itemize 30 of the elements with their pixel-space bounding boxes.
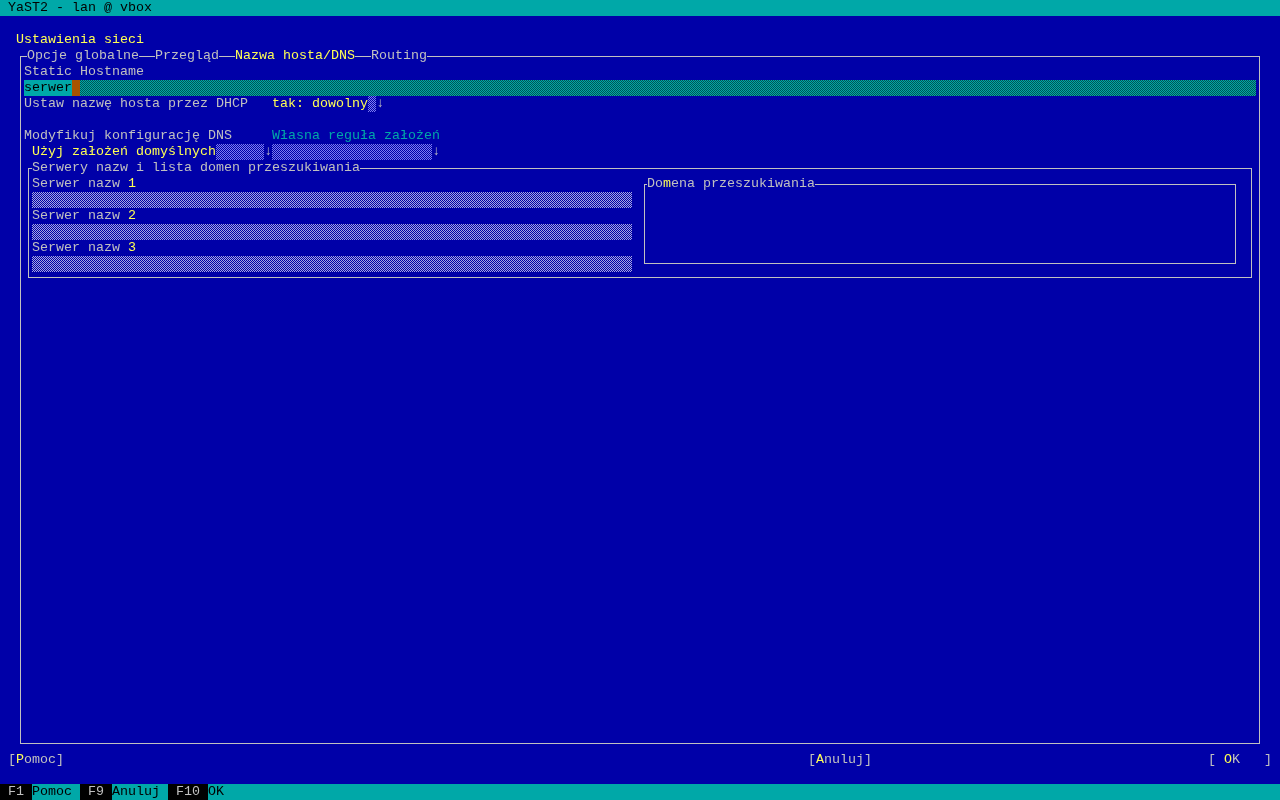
tab[interactable]: Opcje globalne <box>27 48 139 64</box>
field-label: Serwer nazw 2 <box>32 208 136 224</box>
dialog-button[interactable]: [Anuluj] <box>808 752 872 768</box>
tab[interactable]: Przegląd <box>155 48 219 64</box>
function-key-button[interactable]: Pomoc <box>32 784 80 800</box>
tab[interactable]: Nazwa hosta/DNS <box>235 48 355 64</box>
key-label: F1 <box>0 784 32 800</box>
function-key-button[interactable]: Anuluj <box>112 784 168 800</box>
window-title: YaST2 - lan @ vbox <box>0 0 1280 16</box>
tab[interactable]: Routing <box>370 48 427 64</box>
field-label: Własna reguła założeń <box>272 128 440 144</box>
dialog-button[interactable]: [ OK ] <box>1208 752 1272 768</box>
dropdown[interactable]: tak: dowolny ↓ <box>263 96 384 112</box>
function-key-button[interactable]: OK <box>208 784 232 800</box>
key-label: F10 <box>168 784 208 800</box>
dialog-button[interactable]: [Pomoc] <box>8 752 64 768</box>
field-label: Modyfikuj konfigurację DNS <box>24 128 233 144</box>
field-label: Static Hostname <box>24 64 144 80</box>
input-field[interactable] <box>32 224 632 240</box>
field-label: Serwer nazw 3 <box>32 240 136 256</box>
group-title: Serwery nazw i lista domen przeszukiwania <box>32 160 360 176</box>
dialog-heading: Ustawienia sieci <box>16 32 144 48</box>
hostname-field[interactable]: serwer <box>24 80 1256 96</box>
input-field[interactable] <box>32 256 632 272</box>
field-label: Ustaw nazwę hosta przez DHCP <box>24 96 248 112</box>
input-field[interactable] <box>32 192 632 208</box>
dropdown[interactable]: Użyj założeń domyślnych ↓ <box>24 144 272 160</box>
field-label: Serwer nazw 1 <box>32 176 136 192</box>
key-label: F9 <box>80 784 112 800</box>
list-box[interactable]: Domena przeszukiwania <box>644 176 1236 264</box>
